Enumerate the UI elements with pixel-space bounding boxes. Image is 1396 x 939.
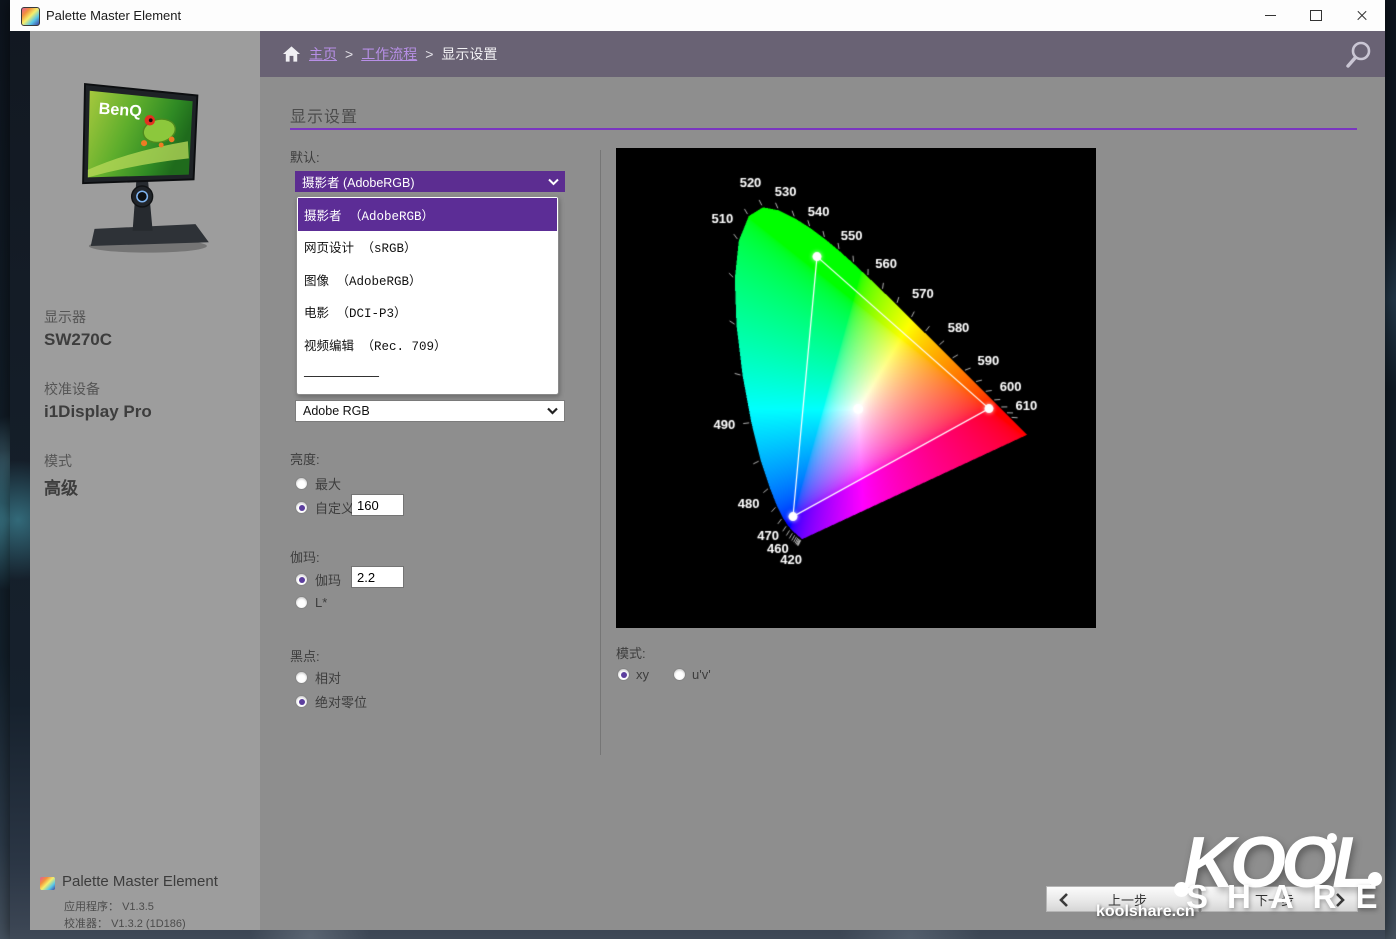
radio-label: 绝对零位: [315, 692, 367, 711]
cie-chromaticity-diagram: [616, 148, 1096, 628]
radio-button[interactable]: [295, 695, 308, 708]
mode-label: 模式: [44, 451, 78, 471]
chevron-down-icon: [548, 178, 559, 185]
brightness-label: 亮度:: [290, 449, 320, 468]
app-logo-icon: [40, 877, 55, 890]
gamma-label: 伽玛:: [290, 547, 320, 566]
monitor-label: 显示器: [44, 307, 112, 327]
dropdown-option[interactable]: 视频编辑 （Rec. 709）: [298, 328, 557, 361]
cal-version-label: 校准器：: [64, 918, 108, 930]
dropdown-option[interactable]: 网页设计 （sRGB）: [298, 231, 557, 264]
previous-step-button[interactable]: 上一步: [1046, 886, 1199, 912]
radio-label: L*: [315, 595, 327, 610]
dropdown-option-separator: ——————————: [298, 361, 557, 394]
window-title: Palette Master Element: [46, 0, 181, 31]
breadcrumb-separator: >: [425, 46, 433, 62]
title-underline: [290, 128, 1357, 130]
monitor-model: SW270C: [44, 330, 112, 350]
breadcrumb-current: 显示设置: [441, 44, 497, 64]
chevron-down-icon: [547, 408, 558, 415]
mode-info: 模式 高级: [44, 451, 78, 499]
gamut-select-value: Adobe RGB: [296, 404, 370, 418]
radio-button[interactable]: [295, 596, 308, 609]
gamma-option[interactable]: 伽玛: [295, 570, 341, 589]
app-window: Palette Master Element: [10, 0, 1385, 939]
dropdown-option[interactable]: 摄影者 （AdobeRGB）: [298, 198, 557, 231]
title-bar[interactable]: Palette Master Element: [10, 0, 1385, 31]
diagram-mode-label: 模式:: [616, 643, 646, 662]
next-step-label: 下一步: [1255, 890, 1304, 909]
blackpoint-absolute-option[interactable]: 绝对零位: [295, 692, 367, 711]
benq-logo-text: BenQ: [98, 100, 142, 121]
dropdown-option[interactable]: 图像 （AdobeRGB）: [298, 263, 557, 296]
calibrator-label: 校准设备: [44, 379, 152, 399]
preset-dropdown-list: 摄影者 （AdobeRGB） 网页设计 （sRGB） 图像 （AdobeRGB）…: [296, 196, 559, 395]
next-step-button[interactable]: 下一步: [1201, 886, 1358, 912]
breadcrumb-workflow-link[interactable]: 工作流程: [361, 44, 417, 64]
radio-label: 自定义: [315, 498, 354, 517]
radio-label: 最大: [315, 474, 341, 493]
search-icon[interactable]: [1343, 39, 1375, 71]
radio-button[interactable]: [295, 671, 308, 684]
gamut-select[interactable]: Adobe RGB: [295, 400, 565, 422]
maximize-icon: [1310, 10, 1322, 21]
sidebar: BenQ 显示器 SW270C 校准设备 i1Display Pro 模式 高级…: [30, 31, 260, 930]
previous-step-label: 上一步: [1098, 890, 1147, 909]
radio-button[interactable]: [295, 501, 308, 514]
lstar-option[interactable]: L*: [295, 595, 327, 610]
wizard-nav: 上一步 下一步: [1046, 886, 1358, 912]
mode-uv-label: u'v': [692, 667, 711, 682]
brightness-custom-option[interactable]: 自定义: [295, 498, 354, 517]
mode-value: 高级: [44, 474, 78, 499]
page-title: 显示设置: [290, 103, 358, 127]
brightness-max-option[interactable]: 最大: [295, 474, 341, 493]
mode-uv-radio[interactable]: [673, 668, 686, 681]
radio-button[interactable]: [295, 477, 308, 490]
mode-xy-radio[interactable]: [617, 668, 630, 681]
minimize-icon: [1265, 15, 1276, 16]
breadcrumb-separator: >: [345, 46, 353, 62]
dropdown-option[interactable]: 电影 （DCI-P3）: [298, 296, 557, 329]
home-icon[interactable]: [282, 45, 301, 63]
cal-version-value: V1.3.2 (1D186): [111, 918, 186, 930]
gamma-value-input[interactable]: [352, 567, 403, 587]
column-divider: [600, 150, 601, 755]
brightness-value-input[interactable]: [352, 495, 403, 515]
monitor-image: BenQ: [45, 66, 245, 266]
breadcrumb-home-link[interactable]: 主页: [309, 44, 337, 64]
maximize-button[interactable]: [1293, 0, 1339, 31]
blackpoint-label: 黑点:: [290, 646, 320, 665]
close-icon: [1356, 10, 1368, 22]
preset-select[interactable]: 摄影者 (AdobeRGB): [295, 171, 565, 192]
radio-label: 相对: [315, 668, 341, 687]
chevron-left-icon: [1057, 892, 1073, 908]
desktop-background: Palette Master Element: [0, 0, 1396, 939]
cie-canvas: [616, 148, 1096, 628]
diagram-mode-options: xy u'v': [617, 667, 711, 682]
breadcrumb: 主页 > 工作流程 > 显示设置: [260, 31, 1385, 77]
app-version-label: 应用程序：: [64, 901, 119, 913]
monitor-info: 显示器 SW270C: [44, 307, 112, 350]
close-button[interactable]: [1339, 0, 1385, 31]
chevron-right-icon: [1331, 892, 1347, 908]
radio-button[interactable]: [295, 573, 308, 586]
cal-version-line: 校准器： V1.3.2 (1D186): [64, 915, 186, 931]
app-version-value: V1.3.5: [122, 901, 154, 913]
window-controls: [1247, 0, 1385, 31]
blackpoint-relative-option[interactable]: 相对: [295, 668, 341, 687]
preset-select-value: 摄影者 (AdobeRGB): [295, 172, 415, 191]
calibrator-info: 校准设备 i1Display Pro: [44, 379, 152, 422]
app-version-line: 应用程序： V1.3.5: [64, 898, 154, 914]
minimize-button[interactable]: [1247, 0, 1293, 31]
main-panel: 主页 > 工作流程 > 显示设置 显示设置 默认: 摄影者 (AdobeRGB): [260, 31, 1385, 930]
default-label: 默认:: [290, 147, 320, 166]
app-icon: [21, 7, 40, 26]
mode-xy-label: xy: [636, 667, 649, 682]
calibrator-model: i1Display Pro: [44, 402, 152, 422]
footer-app-name: Palette Master Element: [62, 873, 218, 890]
radio-label: 伽玛: [315, 570, 341, 589]
